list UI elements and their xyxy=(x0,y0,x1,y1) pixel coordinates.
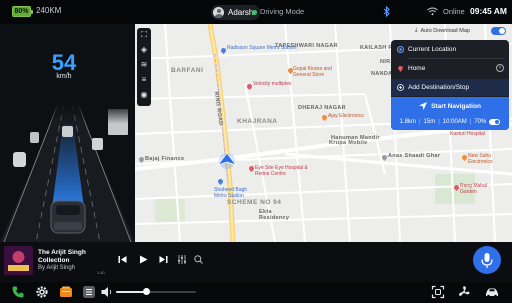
settings-icon[interactable] xyxy=(35,285,49,299)
fullscreen-icon[interactable]: ⛶ xyxy=(139,30,149,40)
location-dot-icon xyxy=(397,46,404,53)
play-icon[interactable] xyxy=(139,255,148,266)
equalizer-icon[interactable] xyxy=(177,255,187,266)
screen-capture-icon[interactable] xyxy=(431,285,445,299)
start-navigation-label: Start Navigation xyxy=(431,102,481,110)
traffic-car-right-1 xyxy=(92,138,103,150)
range-readout: 240KM xyxy=(36,6,62,15)
media-app-icon[interactable] xyxy=(59,285,73,299)
current-location-icon xyxy=(216,152,238,169)
eco-toggle[interactable] xyxy=(489,119,501,125)
map-label-rang-mahal: Rang Mahal Garden xyxy=(460,183,487,195)
map-label-scheme-94: SCHEME NO 94 xyxy=(227,199,282,206)
recenter-icon[interactable]: ◉ xyxy=(139,90,149,100)
song-title: The Arijit Singh Collection xyxy=(38,249,86,264)
map-label-shaheed-bagh: Shaheed Bagh Metro Station xyxy=(214,187,248,199)
avatar xyxy=(213,7,224,18)
add-circle-icon xyxy=(397,84,404,91)
map-label-gopal-kirana: Gopal Kirana and General Store xyxy=(293,66,332,78)
map-tool-rail: ⛶ ◈ ≋ ≡ ◉ xyxy=(137,28,151,106)
destination-row[interactable]: Home × xyxy=(391,60,509,77)
profile-name: Adarsh xyxy=(228,8,254,17)
add-stop-label: Add Destination/Stop xyxy=(408,84,470,91)
traffic-car-left-1 xyxy=(30,132,39,143)
destination-label: Home xyxy=(408,65,426,72)
song-artist: By Arijit Singh xyxy=(38,265,76,271)
trip-battery: 70% xyxy=(474,119,487,125)
drive-mode-label: Driving Mode xyxy=(260,7,305,16)
microphone-icon xyxy=(481,253,493,268)
previous-track-icon[interactable] xyxy=(118,255,127,266)
search-icon[interactable] xyxy=(194,255,203,266)
trip-summary: 1.8km | 15m | 10:00AM | 70% xyxy=(391,116,509,128)
auto-download: ⤓ Auto Download Map xyxy=(415,27,470,34)
map-label-anas-shaadi: Anas Shaadi Ghar xyxy=(388,153,441,159)
battery-indicator: 80% xyxy=(12,6,33,17)
map-label-kasturi: Kasturi Hospital xyxy=(450,131,486,137)
map-label-eye-site: Eye Site Eye Hospital & Retina Centre xyxy=(255,165,308,177)
map-label-krupa-mobile: Krupa Mobile xyxy=(329,140,368,146)
auto-download-label: Auto Download Map xyxy=(420,27,470,34)
stack-icon[interactable]: ≡ xyxy=(139,75,149,85)
current-location-row[interactable]: Current Location xyxy=(391,41,509,58)
auto-download-toggle[interactable] xyxy=(491,27,506,35)
start-navigation-block: Start Navigation 1.8km | 15m | 10:00AM |… xyxy=(391,97,509,130)
fan-icon[interactable] xyxy=(457,285,471,299)
drive-mode-dot xyxy=(252,10,257,15)
volume-knob[interactable] xyxy=(143,288,150,295)
map-label-khajrana: KHAJRANA xyxy=(237,118,278,125)
lane-visualization xyxy=(0,104,135,242)
next-track-icon[interactable] xyxy=(159,255,168,266)
current-location-label: Current Location xyxy=(408,46,457,53)
map-label-bajaj-finance: Bajaj Finance xyxy=(145,156,185,162)
map-label-ajay-electronics: Ajay Electronics xyxy=(328,113,364,119)
navigation-panel: Current Location Home × Add Destination/… xyxy=(391,40,509,130)
add-stop-button[interactable]: Add Destination/Stop xyxy=(391,79,509,96)
layers-icon[interactable]: ◈ xyxy=(139,45,149,55)
phone-icon[interactable] xyxy=(11,285,25,299)
start-navigation-button[interactable]: Start Navigation xyxy=(391,99,509,113)
traffic-icon[interactable]: ≋ xyxy=(139,60,149,70)
connection-status: Online xyxy=(443,7,465,16)
download-icon: ⤓ xyxy=(415,27,418,33)
traffic-car-center xyxy=(62,126,73,137)
song-elapsed: 1:40 xyxy=(97,270,105,275)
wifi-icon xyxy=(427,7,438,16)
driving-cluster: 54 km/h xyxy=(0,24,135,242)
album-art[interactable] xyxy=(4,246,33,275)
speed-unit: km/h xyxy=(56,73,72,80)
volume-fill xyxy=(116,291,146,293)
clear-destination-icon[interactable]: × xyxy=(496,64,504,72)
map-label-ekta-residency: Ekta Residency xyxy=(259,209,290,221)
map-label-new-sahu: New Sahu Electronics xyxy=(468,153,493,165)
traffic-car-left-2 xyxy=(13,152,26,167)
infotainment-screen: 80% 240KM Adarsh Driving Mode Online 09:… xyxy=(0,0,512,303)
trip-eta: 10:00AM xyxy=(442,119,467,125)
clock: 09:45 AM xyxy=(470,6,508,16)
car-icon[interactable] xyxy=(485,285,499,299)
trip-duration: 15m xyxy=(423,119,436,125)
ego-car xyxy=(50,200,86,234)
map-label-velocity: Velocity multiplex xyxy=(253,81,292,87)
map-label-barfani: BARFANI xyxy=(171,67,204,74)
bluetooth-icon[interactable] xyxy=(383,5,391,19)
trip-distance: 1.8km xyxy=(399,119,416,125)
voice-assistant-button[interactable] xyxy=(473,246,501,274)
volume-icon[interactable] xyxy=(100,285,114,299)
menu-icon[interactable] xyxy=(82,285,96,299)
destination-pin-icon xyxy=(398,66,403,72)
navigate-arrow-icon xyxy=(419,102,428,110)
